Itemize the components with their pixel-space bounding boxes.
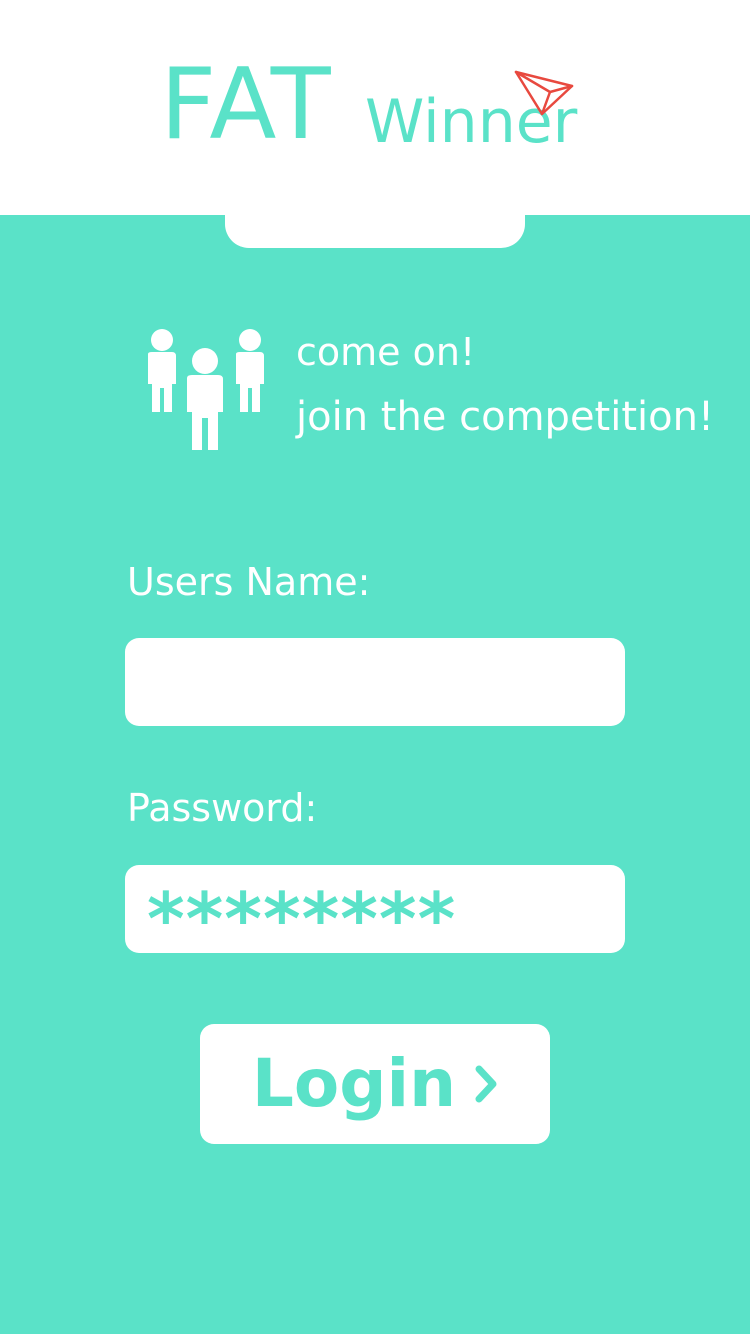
header-tab [225,190,525,248]
username-label: Users Name: [127,560,371,604]
logo-primary: FAT [160,48,333,162]
tagline-line-2: join the competition! [296,394,715,440]
chevron-right-icon [475,1065,497,1103]
login-button[interactable]: Login [200,1024,550,1144]
login-button-label: Login [251,1045,457,1122]
paper-plane-icon [514,70,574,116]
people-group-icon [148,329,264,450]
password-input[interactable]: ******** [125,865,625,961]
password-label: Password: [127,786,318,830]
tagline-line-1: come on! [296,330,476,374]
username-input[interactable] [125,638,625,726]
